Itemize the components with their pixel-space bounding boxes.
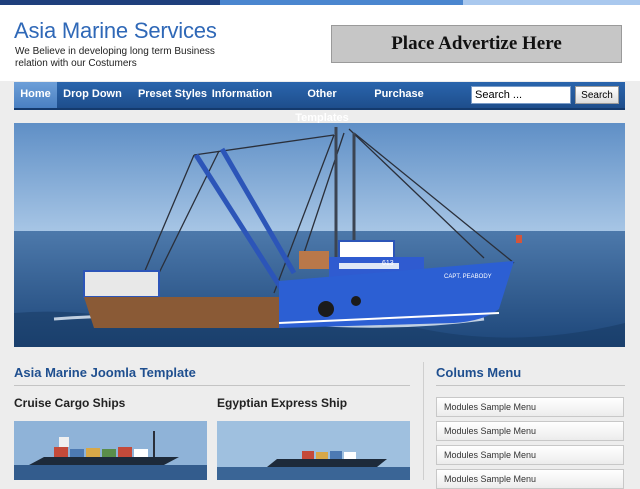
site-tagline: We Believe in developing long term Busin… <box>15 46 215 69</box>
nav-item-home[interactable]: Home <box>14 82 57 108</box>
nav-item-purchase[interactable]: Purchase <box>370 82 428 108</box>
main-heading: Asia Marine Joomla Template <box>14 365 196 380</box>
sidebar-menu-item-4[interactable]: Modules Sample Menu <box>436 469 624 489</box>
sky <box>14 123 625 235</box>
express-ship-image <box>217 421 410 480</box>
tire-fender-2 <box>351 296 361 306</box>
sidebar-divider <box>436 385 625 386</box>
article-title-cruise[interactable]: Cruise Cargo Ships <box>14 396 125 410</box>
cargo-ship-image <box>14 421 207 480</box>
article-title-egyptian[interactable]: Egyptian Express Ship <box>217 396 347 410</box>
deck-cargo <box>299 251 329 269</box>
article-image-cruise[interactable] <box>14 421 207 480</box>
ad-banner[interactable]: Place Advertize Here <box>331 25 622 63</box>
search-input[interactable] <box>471 86 571 104</box>
buoy <box>516 235 522 243</box>
article-image-egyptian[interactable] <box>217 421 410 480</box>
nav-item-other-templates[interactable]: Other Templates <box>280 82 364 124</box>
hero-banner: CAPT. PEABODY 613 <box>14 123 625 347</box>
hull-rust <box>84 297 284 328</box>
sidebar-heading: Colums Menu <box>436 365 522 380</box>
stern-cabin <box>83 270 160 298</box>
sidebar-menu-item-2[interactable]: Modules Sample Menu <box>436 421 624 441</box>
nav-item-drop-down[interactable]: Drop Down <box>59 82 126 108</box>
hull-number-label: 613 <box>382 260 394 267</box>
sidebar-menu-item-3[interactable]: Modules Sample Menu <box>436 445 624 465</box>
boat-name-label: CAPT. PEABODY <box>444 274 492 280</box>
search-button[interactable]: Search <box>575 86 619 104</box>
column-divider <box>423 362 424 480</box>
fishing-boat-image: CAPT. PEABODY 613 <box>14 123 625 347</box>
sidebar-menu-item-1[interactable]: Modules Sample Menu <box>436 397 624 417</box>
ad-text: Place Advertize Here <box>391 33 562 54</box>
main-divider <box>14 385 410 386</box>
site-title[interactable]: Asia Marine Services <box>14 18 217 44</box>
tire-fender <box>318 301 334 317</box>
main-nav: Home Drop Down Preset Styles Information… <box>14 82 625 124</box>
nav-item-information[interactable]: Information <box>210 82 274 108</box>
site-header: Asia Marine Services We Believe in devel… <box>0 5 640 81</box>
nav-item-preset-styles[interactable]: Preset Styles <box>127 82 218 108</box>
